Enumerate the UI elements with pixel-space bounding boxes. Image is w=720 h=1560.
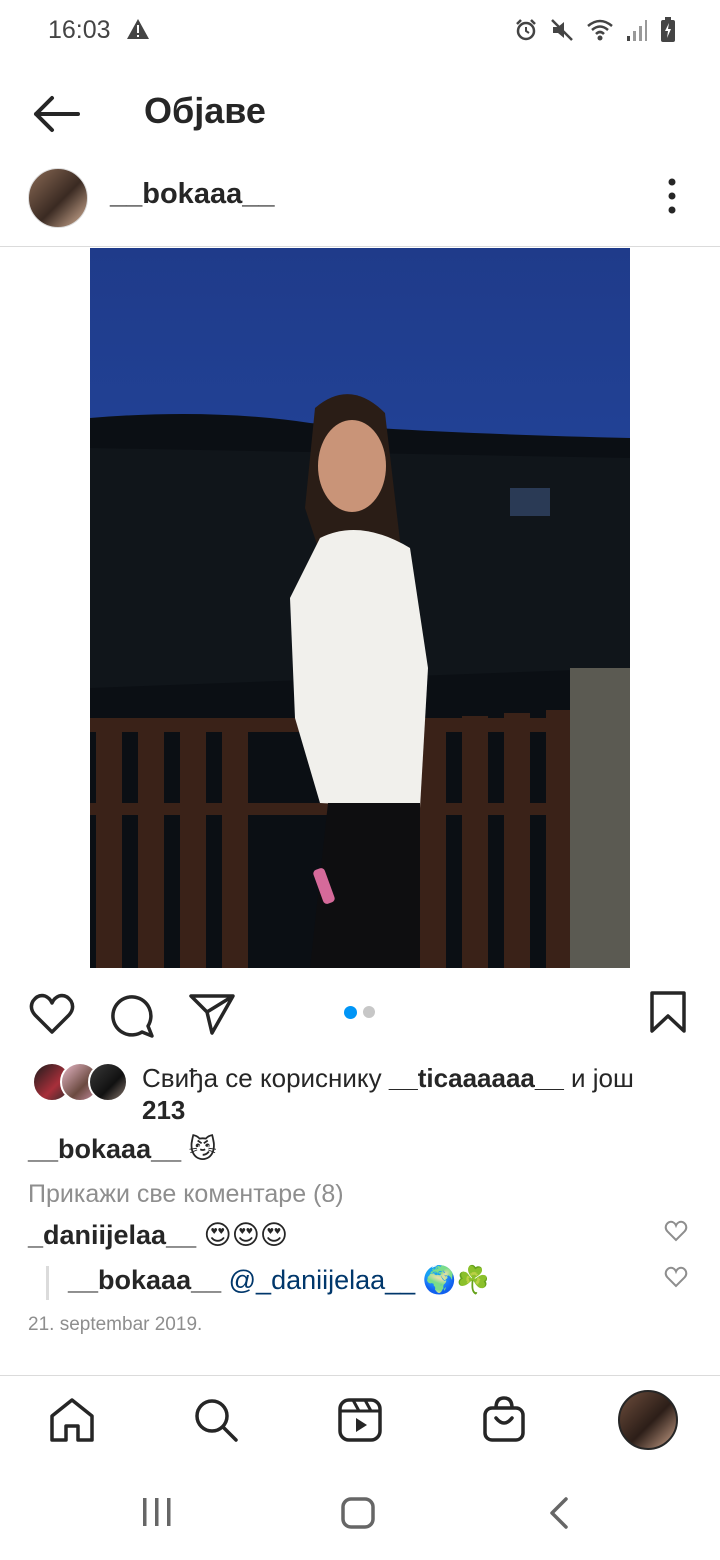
likes-prefix: Свиђа се кориснику [142,1063,382,1093]
recent-apps-icon[interactable] [140,1496,174,1528]
comment-text: 😍😍😍 [203,1220,289,1250]
share-send-icon[interactable] [188,992,236,1036]
reply-username[interactable]: __bokaaa__ [68,1265,221,1295]
status-bar: 16:03 [0,0,720,60]
likes-user[interactable]: __ticaaaaaa__ [389,1063,564,1093]
shop-icon[interactable] [480,1394,528,1444]
carousel-dot-active [344,1006,357,1019]
post-photo[interactable] [90,248,630,968]
post-author-username[interactable]: __bokaaa__ [110,178,274,211]
liker-avatars[interactable] [32,1062,128,1102]
search-icon[interactable] [192,1396,240,1444]
reply-indent-bar [46,1266,49,1300]
reply-text: 🌍☘️ [422,1265,490,1295]
more-options-icon[interactable] [660,176,684,216]
battery-icon [661,17,675,42]
post-date: 21. septembar 2019. [28,1314,203,1335]
home-icon[interactable] [48,1396,96,1444]
wifi-icon [587,19,613,41]
post-author-avatar[interactable] [28,168,88,228]
bottom-nav [0,1376,720,1460]
likes-connector: и још [571,1063,634,1093]
back-button-icon[interactable] [546,1496,572,1530]
signal-icon [627,20,647,41]
reply-like-heart-icon[interactable] [664,1266,688,1288]
post-caption: __bokaaa__ 😼 [28,1134,217,1165]
view-all-comments-link[interactable]: Прикажи све коментаре (8) [28,1180,344,1209]
likes-count[interactable]: 213 [142,1095,185,1125]
mute-icon [551,19,573,41]
reply-mention[interactable]: @_daniijelaa__ [229,1265,416,1295]
comment: _daniijelaa__ 😍😍😍 [28,1220,288,1251]
comment-reply: __bokaaa__ @_daniijelaa__ 🌍☘️ [68,1264,490,1296]
caption-text: 😼 [188,1134,217,1164]
alarm-icon [516,19,536,41]
caption-username[interactable]: __bokaaa__ [28,1134,181,1164]
comment-username[interactable]: _daniijelaa__ [28,1220,196,1250]
status-time: 16:03 [48,16,111,44]
comment-like-heart-icon[interactable] [664,1220,688,1242]
comment-icon[interactable] [108,992,156,1038]
photo-content [90,248,630,968]
liker-avatar [88,1062,128,1102]
header-divider [0,246,720,247]
save-bookmark-icon[interactable] [648,990,688,1034]
carousel-dot [363,1006,375,1018]
carousel-indicator [344,1006,375,1019]
reels-icon[interactable] [336,1396,384,1444]
likes-summary[interactable]: Свиђа се кориснику __ticaaaaaa__ и још 2… [142,1062,682,1126]
profile-avatar[interactable] [618,1390,678,1450]
status-icons [514,16,676,44]
back-arrow-icon[interactable] [30,92,82,136]
system-nav-bar [0,1460,720,1560]
home-button-icon[interactable] [340,1496,376,1530]
warning-icon [127,19,149,39]
page-title: Објаве [144,90,266,131]
like-heart-icon[interactable] [28,992,76,1036]
